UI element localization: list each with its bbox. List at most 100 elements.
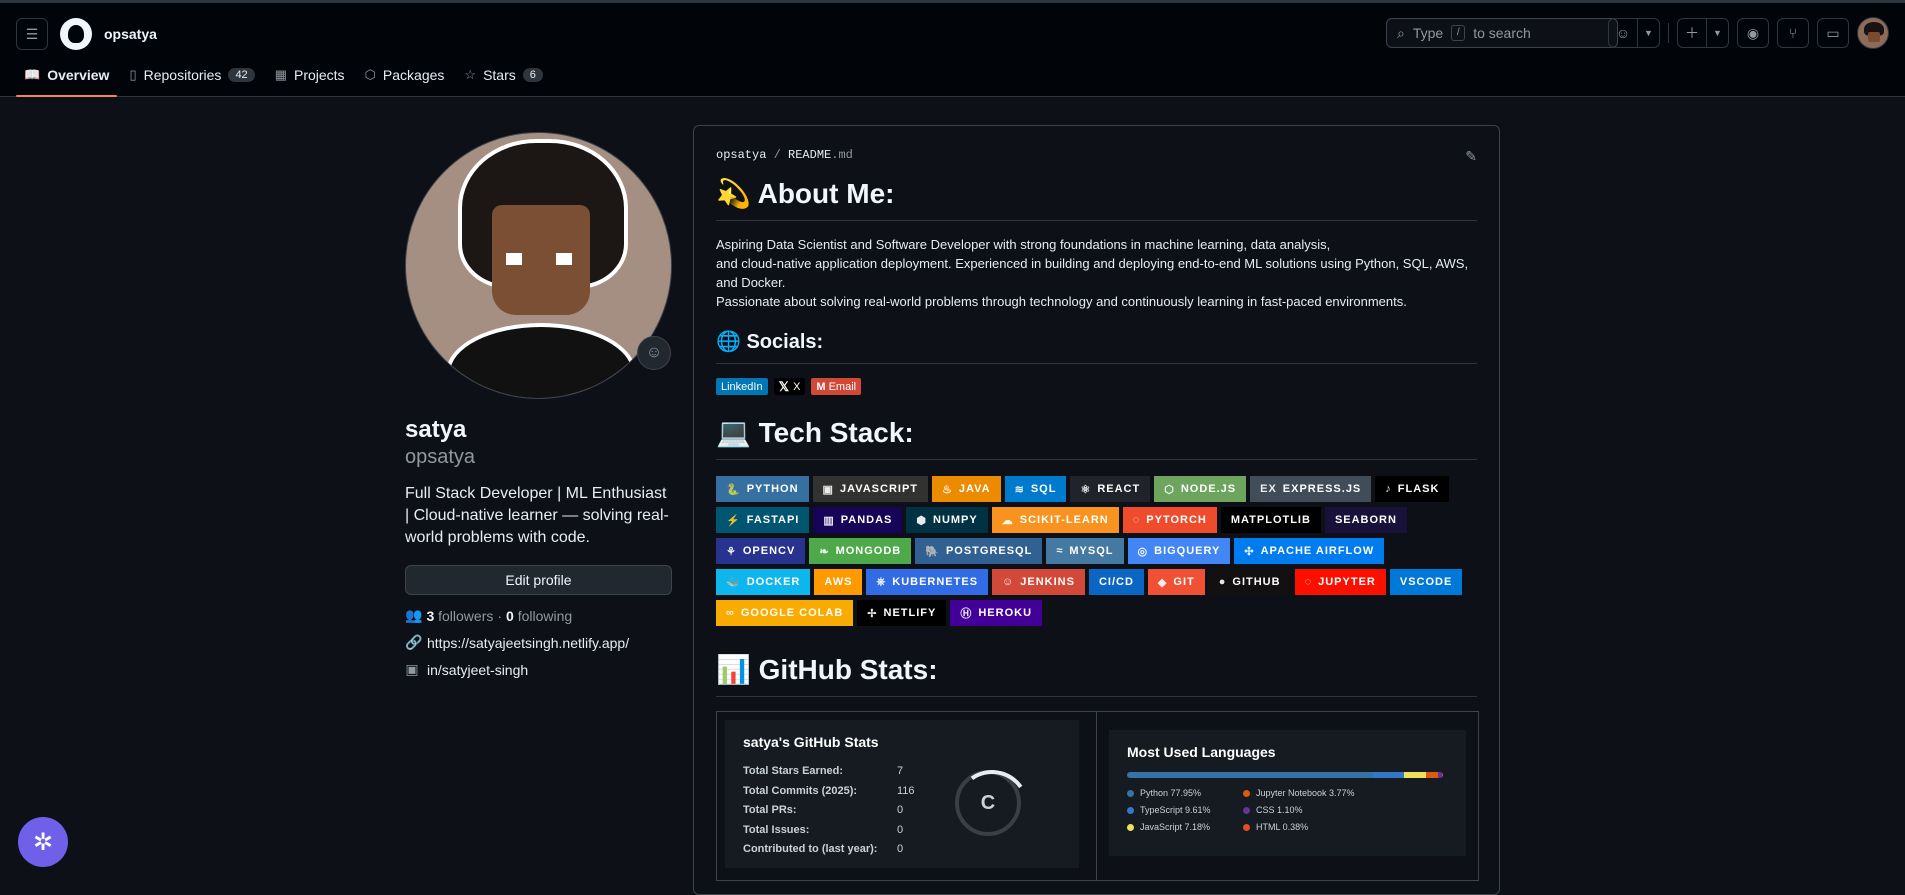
tech-badge-label: Jenkins [1020,576,1075,588]
context-owner[interactable]: opsatya [104,26,157,42]
search-shortcut-key: / [1451,25,1466,41]
tech-badge: 🐳 Docker [716,569,811,595]
about-line: Passionate about solving real-world prob… [716,294,1407,309]
tech-badge-label: MongoDB [835,545,902,557]
search-icon: ⌕ [1397,24,1405,41]
path-ext: .md [831,148,853,162]
tech-badge: ex Express.js [1250,476,1372,502]
tech-logo-icon: ⚘ [726,545,737,558]
stat-row: Contributed to (last year): 0 [743,840,1061,860]
stat-key: Total Issues: [743,823,810,836]
tech-logo-icon: ◎ [1137,545,1149,558]
tech-logo-icon: ☁ [1001,514,1014,527]
tab-counter: 42 [228,68,255,82]
profile-bio: Full Stack Developer | ML Enthusiast | C… [405,485,669,546]
tech-badge: ⎈ Kubernetes [866,569,989,595]
git-pull-request-icon: ⑂ [1788,25,1798,41]
copilot-dropdown-button[interactable]: ▼ [1638,18,1660,48]
user-avatar-button[interactable] [1857,17,1889,49]
languages-card-title: Most Used Languages [1127,744,1276,760]
tech-badge-label: PyTorch [1146,514,1207,526]
linkedin-link[interactable]: ▣ in/satyjeet-singh [405,661,672,678]
plus-icon: ＋ [1685,25,1699,41]
website-url: https://satyajeetsingh.netlify.app/ [427,634,630,651]
tech-logo-icon: ✣ [1244,545,1255,558]
edit-readme-button[interactable]: ✎ [1465,148,1477,165]
follow-stats: 👥 3 followers · 0 following [405,607,672,624]
tech-badge: ♪ Flask [1375,476,1450,502]
tab-counter: 6 [522,68,543,82]
tech-badge: ∞ Google Colab [716,600,854,626]
tab-stars[interactable]: ☆ Stars 6 [456,58,550,92]
sparkle-icon: ✲ [32,828,54,856]
tech-badge: ☺ Jenkins [992,569,1085,595]
stats-card-title: satya's GitHub Stats [743,734,879,750]
language-color-dot [1243,823,1250,831]
language-label: HTML 0.38% [1256,822,1309,832]
path-file: README [788,148,832,162]
tech-logo-icon: ▣ [822,483,834,496]
tech-logo-icon: ◌ [1132,514,1141,526]
tech-badge-label: Java [958,483,991,495]
tech-badge: ☁ scikit-learn [991,507,1119,533]
tab-repositories[interactable]: ▯ Repositories 42 [121,58,262,92]
inbox-button[interactable]: ▭ [1817,18,1849,48]
tech-badge-label: Postgresql [945,545,1033,557]
linkedin-badge[interactable]: LinkedIn [716,378,768,395]
menu-button[interactable]: ☰ [16,18,48,50]
repo-icon: ▯ [129,67,137,82]
edit-profile-button[interactable]: Edit profile [405,565,672,595]
tech-stack-heading: 💻 Tech Stack: [716,415,1477,460]
assistant-fab-button[interactable]: ✲ [18,817,68,867]
tech-badge-label: Netlify [883,607,937,619]
search-input[interactable]: ⌕ Type / to search [1386,18,1618,48]
profile-sidebar: ☺ satya opsatya Full Stack Developer | M… [405,132,672,678]
book-icon: 📖 [24,67,41,82]
github-logo-icon[interactable] [60,18,92,50]
tech-badge-label: VSCode [1399,576,1453,588]
tech-badge: 🐘 Postgresql [915,538,1043,564]
tab-overview[interactable]: 📖 Overview [16,58,118,97]
language-legend-item: TypeScript 9.61% [1127,805,1243,815]
tech-badge: ⚘ OpenCV [716,538,806,564]
website-link[interactable]: 🔗 https://satyajeetsingh.netlify.app/ [405,634,672,651]
tab-projects[interactable]: ▦ Projects [267,58,353,92]
path-owner[interactable]: opsatya [716,148,766,162]
linkedin-handle: in/satyjeet-singh [427,661,529,678]
pull-requests-button[interactable]: ⑂ [1777,18,1809,48]
separator-dot: · [497,607,503,624]
profile-avatar[interactable] [405,132,672,399]
followers-link[interactable]: 3 followers [426,608,493,624]
avatar-eye [506,253,522,265]
tab-packages[interactable]: ⬡ Packages [357,58,453,92]
email-badge[interactable]: M Email [811,378,862,395]
copilot-button[interactable]: ☺ [1608,18,1638,48]
tech-logo-icon: ♨ [942,483,953,496]
tech-badge: 🐍 Python [716,476,809,502]
tech-logo-icon: ❧ [819,545,830,558]
table-icon: ▦ [274,67,287,82]
create-new-button[interactable]: ＋ [1677,18,1707,48]
linkedin-icon: ▣ [405,661,419,677]
followers-count: 3 [426,607,435,624]
tech-badge-label: FastAPI [746,514,800,526]
about-line: and cloud-native application deployment.… [716,256,1469,290]
tech-badge: ⚡ FastAPI [716,507,810,533]
about-heading: 💫 About Me: [716,176,1477,221]
set-status-button[interactable]: ☺ [637,336,671,370]
tech-badge: ◌ PyTorch [1122,507,1217,533]
gmail-icon: M [816,380,826,393]
x-badge[interactable]: 𝕏X [773,378,806,395]
search-prefix: Type [1412,25,1444,41]
stat-value: 0 [897,843,904,855]
avatar-eye [556,253,572,265]
create-dropdown-button[interactable]: ▼ [1707,18,1729,48]
inbox-icon: ▭ [1826,24,1840,41]
github-stats-card[interactable]: satya's GitHub Stats Total Stars Earned:… [725,720,1079,868]
issues-button[interactable]: ◉ [1737,18,1769,48]
top-languages-card[interactable]: Most Used Languages Python 77.95% Jupyter… [1109,730,1466,856]
tech-badge-label: JavaScript [839,483,918,495]
following-link[interactable]: 0 following [506,608,572,624]
profile-tabs: 📖 Overview ▯ Repositories 42 ▦ Projects ⬡ Pac… [16,58,551,98]
tech-badge: Ⓗ Heroku [950,600,1043,626]
